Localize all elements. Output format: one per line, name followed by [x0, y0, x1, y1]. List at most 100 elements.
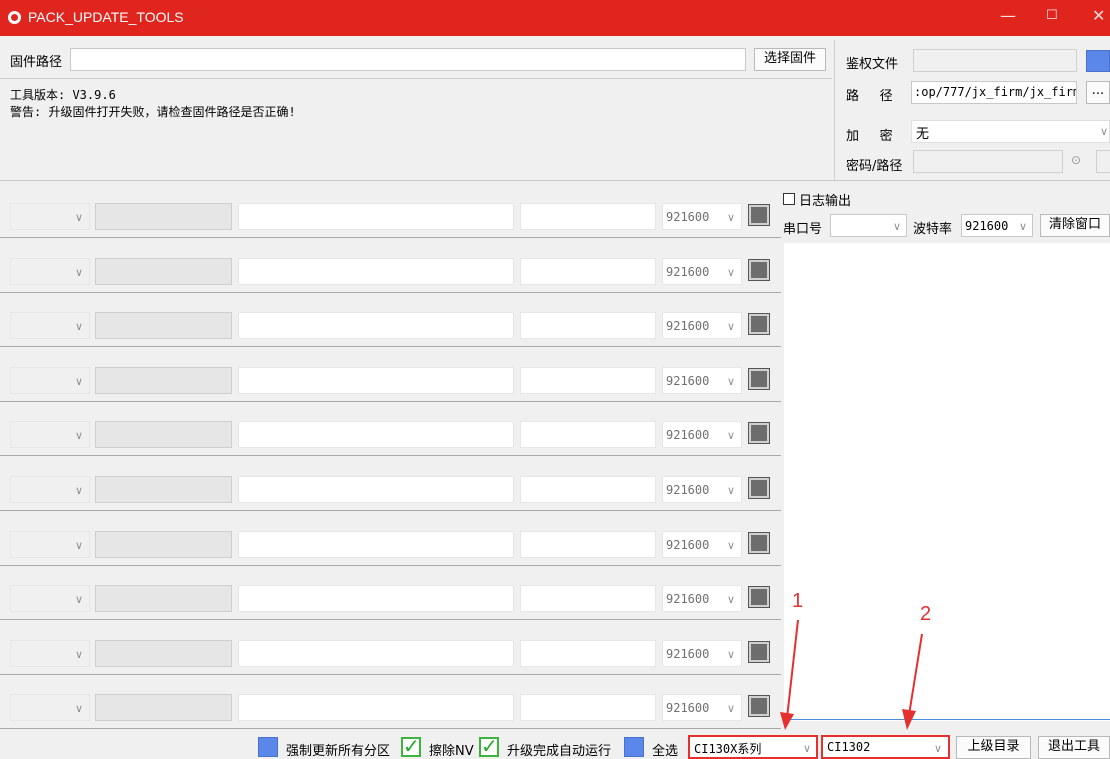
row-port-select[interactable]: ∨	[10, 203, 90, 230]
row-divider	[0, 292, 781, 293]
row-select-checkbox[interactable]	[748, 532, 770, 554]
parent-directory-button[interactable]: 上级目录	[956, 736, 1031, 759]
encrypt-select[interactable]: 无 ∨	[911, 120, 1110, 143]
row-baud-select[interactable]: 921600 ∨	[662, 531, 742, 558]
row-baud-select[interactable]: 921600 ∨	[662, 585, 742, 612]
row-baud-value: 921600	[666, 210, 710, 224]
chevron-down-icon: ∨	[75, 539, 84, 552]
row-baud-value: 921600	[666, 374, 710, 388]
row-divider	[0, 728, 781, 729]
row-divider	[0, 619, 781, 620]
app-logo-icon	[8, 11, 21, 24]
row-baud-select[interactable]: 921600 ∨	[662, 476, 742, 503]
divider	[0, 180, 1110, 181]
path-label: 路 径	[846, 89, 893, 104]
row-baud-select[interactable]: 921600 ∨	[662, 203, 742, 230]
chevron-down-icon: ∨	[75, 593, 84, 606]
row-status-field	[95, 694, 232, 721]
row-select-checkbox[interactable]	[748, 204, 770, 226]
baud-label: 波特率	[913, 222, 953, 237]
chevron-down-icon: ∨	[893, 220, 902, 233]
row-port-select[interactable]: ∨	[10, 258, 90, 285]
row-select-checkbox[interactable]	[748, 422, 770, 444]
row-baud-select[interactable]: 921600 ∨	[662, 312, 742, 339]
annotation-arrow-2	[908, 633, 923, 716]
chip-select[interactable]: CI1302 ∨	[821, 735, 950, 759]
row-divider	[0, 510, 781, 511]
row-port-select[interactable]: ∨	[10, 694, 90, 721]
row-baud-value: 921600	[666, 319, 710, 333]
auth-file-label: 鉴权文件	[846, 57, 899, 72]
row-port-select[interactable]: ∨	[10, 585, 90, 612]
row-select-checkbox[interactable]	[748, 368, 770, 390]
row-progress-field	[520, 694, 656, 721]
chevron-down-icon: ∨	[727, 648, 736, 661]
row-baud-select[interactable]: 921600 ∨	[662, 367, 742, 394]
force-update-checkbox[interactable]	[258, 737, 278, 757]
row-status-field	[95, 421, 232, 448]
baud-select[interactable]: 921600 ∨	[961, 214, 1033, 237]
row-select-checkbox[interactable]	[748, 695, 770, 717]
row-port-select[interactable]: ∨	[10, 531, 90, 558]
maximize-button[interactable]: ☐	[1046, 8, 1058, 23]
row-status-field	[95, 367, 232, 394]
chevron-down-icon: ∨	[727, 320, 736, 333]
row-port-select[interactable]: ∨	[10, 421, 90, 448]
row-baud-select[interactable]: 921600 ∨	[662, 421, 742, 448]
auto-run-checkbox[interactable]: ✓	[479, 736, 499, 757]
row-port-select[interactable]: ∨	[10, 476, 90, 503]
row-baud-value: 921600	[666, 428, 710, 442]
chevron-down-icon: ∨	[727, 429, 736, 442]
clear-window-button[interactable]: 清除窗口	[1040, 214, 1110, 237]
browse-button[interactable]: ...	[1086, 81, 1110, 104]
port-select[interactable]: ∨	[830, 214, 907, 237]
row-port-select[interactable]: ∨	[10, 367, 90, 394]
row-baud-value: 921600	[666, 701, 710, 715]
erase-nv-checkbox[interactable]: ✓	[401, 736, 421, 757]
select-all-checkbox[interactable]	[624, 737, 644, 757]
row-progress-field	[520, 640, 656, 667]
auth-path-input[interactable]: :op/777/jx_firm/jx_firm	[911, 81, 1077, 104]
title-bar: PACK_UPDATE_TOOLS — ☐ ✕	[0, 0, 1110, 36]
warning-text: 警告: 升级固件打开失败，请检查固件路径是否正确!	[10, 105, 296, 119]
auth-file-input	[913, 49, 1077, 72]
window-title: PACK_UPDATE_TOOLS	[28, 9, 184, 25]
log-output-checkbox[interactable]	[783, 193, 795, 205]
row-status-field	[95, 258, 232, 285]
row-select-checkbox[interactable]	[748, 259, 770, 281]
row-info-field	[238, 203, 514, 230]
row-port-select[interactable]: ∨	[10, 640, 90, 667]
row-port-select[interactable]: ∨	[10, 312, 90, 339]
row-divider	[0, 346, 781, 347]
row-status-field	[95, 476, 232, 503]
chevron-down-icon: ∨	[75, 702, 84, 715]
row-select-checkbox[interactable]	[748, 586, 770, 608]
row-info-field	[238, 476, 514, 503]
row-progress-field	[520, 476, 656, 503]
chevron-down-icon: ∨	[727, 211, 736, 224]
exit-tool-button[interactable]: 退出工具	[1038, 736, 1110, 759]
port-label: 串口号	[783, 222, 823, 237]
row-baud-select[interactable]: 921600 ∨	[662, 258, 742, 285]
close-button[interactable]: ✕	[1092, 6, 1105, 25]
minimize-button[interactable]: —	[1000, 6, 1016, 25]
chevron-down-icon: ∨	[75, 211, 84, 224]
series-select[interactable]: CI130X系列 ∨	[688, 735, 818, 759]
baud-value: 921600	[965, 219, 1009, 233]
row-select-checkbox[interactable]	[748, 641, 770, 663]
chevron-down-icon: ∨	[75, 484, 84, 497]
row-select-checkbox[interactable]	[748, 477, 770, 499]
password-path-input	[913, 150, 1063, 173]
row-progress-field	[520, 258, 656, 285]
chevron-down-icon: ∨	[727, 375, 736, 388]
select-firmware-button[interactable]: 选择固件	[754, 48, 826, 71]
auth-file-checkbox[interactable]	[1086, 50, 1110, 72]
chevron-down-icon: ∨	[75, 266, 84, 279]
row-progress-field	[520, 531, 656, 558]
row-baud-select[interactable]: 921600 ∨	[662, 694, 742, 721]
row-baud-select[interactable]: 921600 ∨	[662, 640, 742, 667]
row-info-field	[238, 585, 514, 612]
firmware-path-input[interactable]	[70, 48, 746, 71]
row-select-checkbox[interactable]	[748, 313, 770, 335]
row-progress-field	[520, 367, 656, 394]
